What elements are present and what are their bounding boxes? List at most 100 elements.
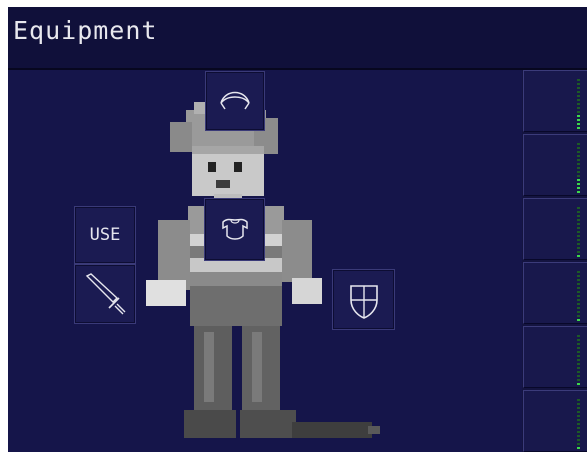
meter-segment [577, 275, 580, 277]
meter-segment [577, 179, 580, 181]
equipment-window: Equipment USE [8, 7, 587, 452]
meter-segment [577, 183, 580, 185]
meter-segment [577, 227, 580, 229]
meter-segment [577, 83, 580, 85]
meter-segment [577, 79, 580, 81]
meter-segment [577, 339, 580, 341]
meter-segment [577, 415, 580, 417]
meter-segment [577, 423, 580, 425]
helmet-icon [220, 91, 250, 110]
body-armor-icon [221, 218, 248, 240]
meter-segment [577, 219, 580, 221]
meter-segment [577, 151, 580, 153]
meter-segment [577, 371, 580, 373]
meter-segment [577, 303, 580, 305]
meter-segment [577, 115, 580, 117]
meter-segment [577, 171, 580, 173]
weapon-slot[interactable] [74, 264, 136, 324]
meter-segment [577, 103, 580, 105]
meter-segment [577, 411, 580, 413]
meter-segment [577, 379, 580, 381]
meter-segment [577, 419, 580, 421]
meter-segment [577, 95, 580, 97]
meter-segment [577, 155, 580, 157]
meter-segment [577, 427, 580, 429]
meter-segment [577, 359, 580, 361]
meter-segment [577, 163, 580, 165]
side-slot-column [523, 70, 587, 452]
meter-segment [577, 175, 580, 177]
meter-segment [577, 107, 580, 109]
side-slot-4[interactable] [523, 262, 587, 324]
level-meter-icon [577, 399, 580, 449]
meter-segment [577, 343, 580, 345]
side-slot-1[interactable] [523, 70, 587, 132]
meter-segment [577, 251, 580, 253]
meter-segment [577, 367, 580, 369]
side-slot-6[interactable] [523, 390, 587, 452]
meter-segment [577, 87, 580, 89]
meter-segment [577, 243, 580, 245]
level-meter-icon [577, 143, 580, 193]
meter-segment [577, 159, 580, 161]
meter-segment [577, 239, 580, 241]
meter-segment [577, 207, 580, 209]
meter-segment [577, 283, 580, 285]
meter-segment [577, 99, 580, 101]
meter-segment [577, 279, 580, 281]
meter-segment [577, 291, 580, 293]
level-meter-icon [577, 335, 580, 385]
meter-segment [577, 399, 580, 401]
meter-segment [577, 407, 580, 409]
shield-slot[interactable] [332, 269, 395, 330]
head-slot[interactable] [205, 71, 265, 131]
meter-segment [577, 431, 580, 433]
side-slot-3[interactable] [523, 198, 587, 260]
meter-segment [577, 167, 580, 169]
sword-icon [85, 273, 126, 315]
meter-segment [577, 351, 580, 353]
meter-segment [577, 211, 580, 213]
meter-segment [577, 355, 580, 357]
meter-segment [577, 119, 580, 121]
meter-segment [577, 127, 580, 129]
meter-segment [577, 447, 580, 449]
meter-segment [577, 315, 580, 317]
meter-segment [577, 247, 580, 249]
meter-segment [577, 287, 580, 289]
meter-segment [577, 439, 580, 441]
meter-segment [577, 307, 580, 309]
body-slot[interactable] [204, 198, 265, 261]
meter-segment [577, 383, 580, 385]
shield-icon [349, 284, 378, 319]
meter-segment [577, 311, 580, 313]
meter-segment [577, 363, 580, 365]
meter-segment [577, 375, 580, 377]
meter-segment [577, 335, 580, 337]
level-meter-icon [577, 207, 580, 257]
meter-segment [577, 223, 580, 225]
meter-segment [577, 231, 580, 233]
meter-segment [577, 111, 580, 113]
meter-segment [577, 215, 580, 217]
meter-segment [577, 91, 580, 93]
meter-segment [577, 319, 580, 321]
title-bar: Equipment [8, 7, 587, 70]
meter-segment [577, 255, 580, 257]
meter-segment [577, 435, 580, 437]
meter-segment [577, 347, 580, 349]
meter-segment [577, 123, 580, 125]
meter-segment [577, 443, 580, 445]
window-title: Equipment [13, 16, 158, 45]
meter-segment [577, 299, 580, 301]
equipment-stage: USE [8, 70, 522, 452]
use-slot[interactable]: USE [74, 206, 136, 264]
meter-segment [577, 295, 580, 297]
meter-segment [577, 271, 580, 273]
meter-segment [577, 147, 580, 149]
level-meter-icon [577, 271, 580, 321]
meter-segment [577, 143, 580, 145]
side-slot-2[interactable] [523, 134, 587, 196]
level-meter-icon [577, 79, 580, 129]
side-slot-5[interactable] [523, 326, 587, 388]
